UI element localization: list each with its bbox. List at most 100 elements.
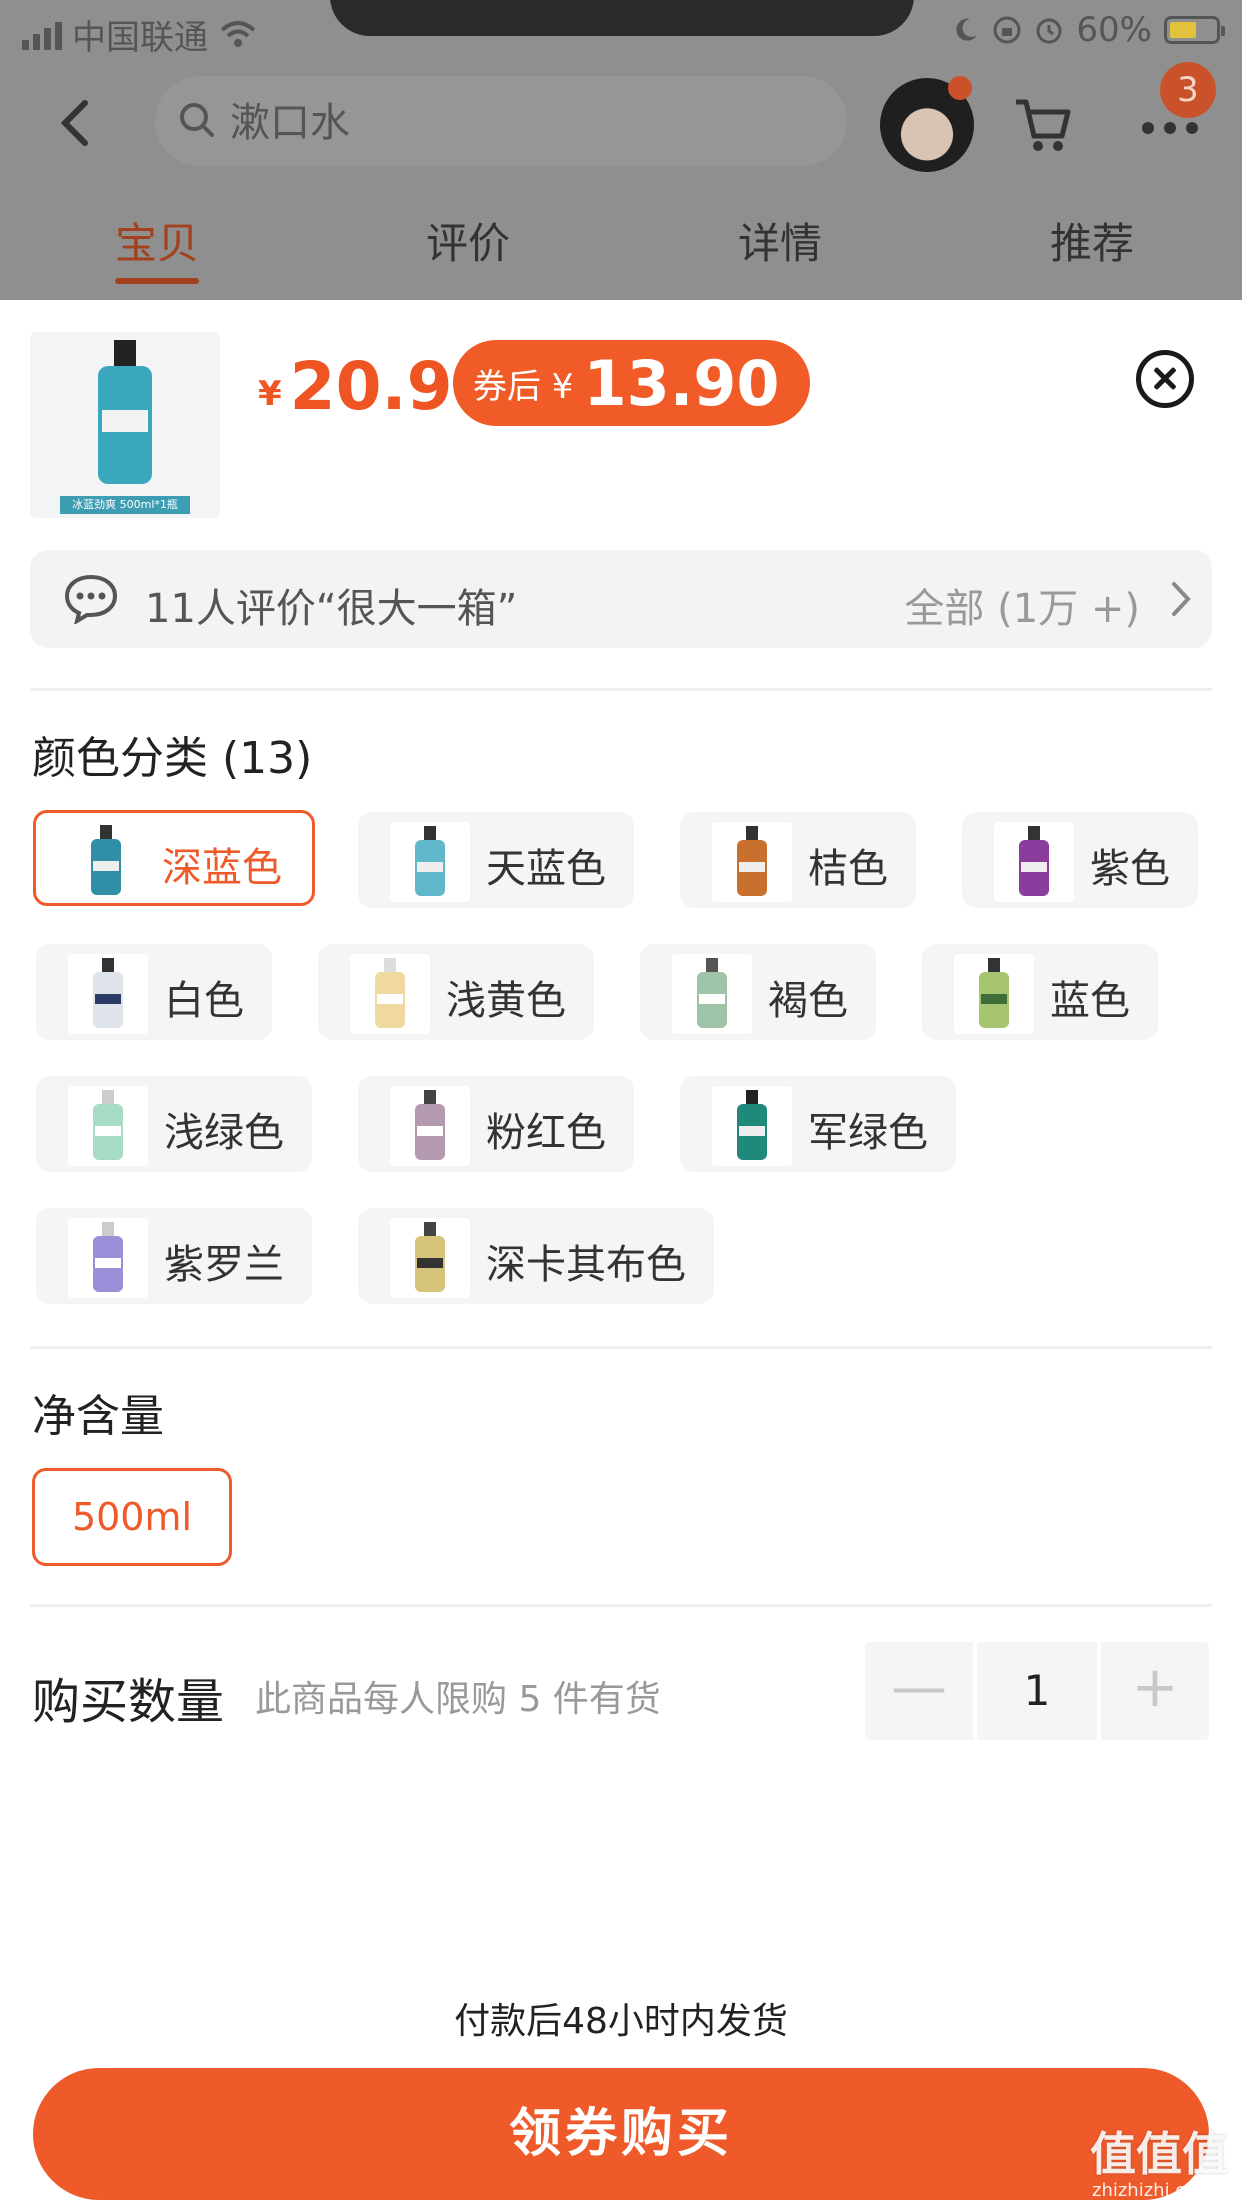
tab-details[interactable]: 详情 [738,210,822,271]
option-label: 紫色 [1090,846,1170,892]
color-option-sky-blue[interactable]: 天蓝色 [358,812,634,908]
option-label: 深蓝色 [162,845,282,891]
notch [330,0,914,36]
color-option-orange[interactable]: 桔色 [680,812,916,908]
review-all-link[interactable]: 全部 (1万 +) [904,576,1140,634]
coupon-prefix: 券后 ¥ [473,366,574,407]
rotation-lock-icon [993,16,1021,44]
quantity-title: 购买数量 [32,1674,225,1730]
bottle-icon [697,958,727,1028]
color-option-light-green[interactable]: 浅绿色 [36,1076,312,1172]
color-option-dark-khaki[interactable]: 深卡其布色 [358,1208,714,1304]
thumbnail-caption: 冰蓝劲爽 500ml*1瓶 [60,496,190,514]
claim-coupon-buy-button[interactable]: 领券购买 [33,2068,1209,2200]
watermark: 值值值 [1090,2127,1228,2181]
option-thumbnail [672,954,752,1034]
review-summary-bar[interactable]: 11人评价“很大一箱” 全部 (1万 +) [30,550,1212,648]
option-label: 紫罗兰 [164,1242,284,1288]
option-label: 深卡其布色 [486,1242,686,1288]
color-option-white[interactable]: 白色 [36,944,272,1040]
color-option-army-green[interactable]: 军绿色 [680,1076,956,1172]
option-label: 浅绿色 [164,1110,284,1156]
decrease-button[interactable]: — [865,1642,973,1740]
option-thumbnail [66,821,146,901]
search-bar[interactable] [155,76,847,166]
color-option-blue[interactable]: 蓝色 [922,944,1158,1040]
shipping-note: 付款后48小时内发货 [454,2001,788,2042]
divider [30,1604,1212,1607]
bottle-icon [737,1090,767,1160]
notification-dot [948,76,972,100]
close-icon[interactable] [1136,350,1194,408]
quantity-stepper: — 1 + [865,1642,1209,1740]
option-label: 天蓝色 [486,846,606,892]
coupon-price: 13.90 [583,346,780,420]
option-thumbnail [954,954,1034,1034]
color-option-deep-blue[interactable]: 深蓝色 [33,810,315,906]
option-thumbnail [390,822,470,902]
cart-badge: 3 [1160,62,1216,118]
option-label: 褐色 [768,978,848,1024]
top-nav: 3 [0,62,1242,180]
wifi-icon [220,20,256,47]
option-thumbnail [350,954,430,1034]
color-option-brown[interactable]: 褐色 [640,944,876,1040]
search-input[interactable] [230,96,730,142]
quantity-value[interactable]: 1 [977,1642,1097,1740]
bottle-icon [979,958,1009,1028]
divider [30,1346,1212,1349]
cart-icon[interactable] [1012,94,1074,156]
bottle-icon [1019,826,1049,896]
option-label: 桔色 [808,846,888,892]
status-bar: 中国联通 60% [0,0,1242,60]
size-option-500ml[interactable]: 500ml [32,1468,232,1566]
product-thumbnail[interactable]: 冰蓝劲爽 500ml*1瓶 [30,332,220,518]
background-page: 中国联通 60% 3 宝贝 评价 详情 推荐 [0,0,1242,300]
bottle-icon [93,1090,123,1160]
moon-icon [956,18,978,41]
option-thumbnail [68,1218,148,1298]
color-option-purple[interactable]: 紫色 [962,812,1198,908]
quantity-limit-note: 此商品每人限购 5 件有货 [255,1679,661,1720]
divider [30,688,1212,691]
battery-icon [1164,16,1225,44]
price: ¥20.9 [258,348,453,425]
tab-reviews[interactable]: 评价 [426,210,510,271]
option-label: 浅黄色 [446,978,566,1024]
carrier-name: 中国联通 [72,18,208,58]
bottle-icon [93,958,123,1028]
review-highlight: 11人评价“很大一箱” [145,586,518,632]
signal-icon [22,20,62,50]
option-thumbnail [994,822,1074,902]
color-option-light-yellow[interactable]: 浅黄色 [318,944,594,1040]
currency-symbol: ¥ [258,374,282,414]
bottle-icon [91,825,121,895]
option-thumbnail [390,1218,470,1298]
color-option-pink[interactable]: 粉红色 [358,1076,634,1172]
bottle-icon [415,1222,445,1292]
option-label: 蓝色 [1050,978,1130,1024]
color-option-violet[interactable]: 紫罗兰 [36,1208,312,1304]
back-arrow-icon[interactable] [55,98,95,148]
sku-sheet: 冰蓝劲爽 500ml*1瓶 ¥20.9 券后 ¥ 13.90 11人评价“很大一… [0,300,1242,2208]
bottle-icon [415,1090,445,1160]
option-thumbnail [712,1086,792,1166]
alarm-icon [1036,18,1062,44]
search-icon [180,103,214,137]
option-thumbnail [68,1086,148,1166]
tab-recommend[interactable]: 推荐 [1050,210,1134,271]
more-icon[interactable] [1140,120,1200,136]
bottle-icon [415,826,445,896]
option-thumbnail [68,954,148,1034]
bottle-icon [375,958,405,1028]
increase-button[interactable]: + [1101,1642,1209,1740]
chat-bubble-icon [64,574,118,624]
tab-active-indicator [115,278,199,284]
chevron-right-icon [1172,582,1191,616]
tab-baobei[interactable]: 宝贝 [115,210,199,271]
size-section-title: 净含量 [32,1391,164,1442]
option-label: 军绿色 [808,1110,928,1156]
option-label: 粉红色 [486,1110,606,1156]
option-thumbnail [390,1086,470,1166]
battery-percent: 60% [1076,10,1152,50]
